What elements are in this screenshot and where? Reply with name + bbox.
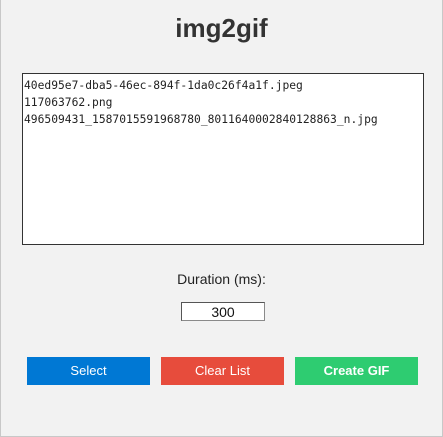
duration-input[interactable] bbox=[181, 302, 265, 321]
file-list[interactable]: 40ed95e7-dba5-46ec-894f-1da0c26f4a1f.jpe… bbox=[22, 73, 424, 245]
app-window: img2gif 40ed95e7-dba5-46ec-894f-1da0c26f… bbox=[0, 0, 443, 437]
select-button[interactable]: Select bbox=[27, 357, 150, 385]
create-gif-button[interactable]: Create GIF bbox=[295, 357, 418, 385]
duration-label: Duration (ms): bbox=[177, 271, 266, 287]
file-list-item[interactable]: 117063762.png bbox=[24, 94, 423, 111]
clear-list-button[interactable]: Clear List bbox=[161, 357, 284, 385]
app-title: img2gif bbox=[175, 13, 268, 43]
file-list-item[interactable]: 40ed95e7-dba5-46ec-894f-1da0c26f4a1f.jpe… bbox=[24, 77, 423, 94]
file-list-item[interactable]: 496509431_1587015591968780_8011640002840… bbox=[24, 111, 423, 128]
